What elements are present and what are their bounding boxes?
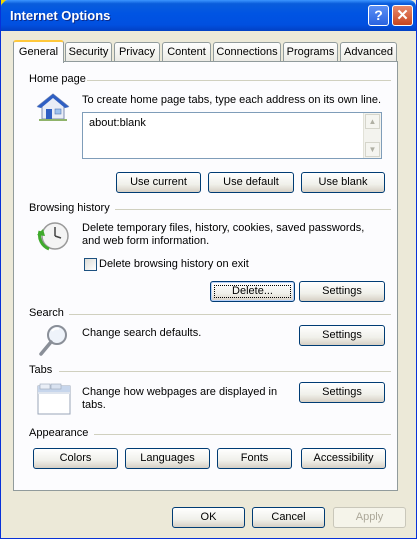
- history-clock-icon: [37, 222, 69, 251]
- cancel-button[interactable]: Cancel: [252, 507, 325, 528]
- tabs-description-2: tabs.: [82, 399, 106, 411]
- scroll-down-icon[interactable]: ▼: [365, 142, 380, 157]
- tab-label: Privacy: [118, 46, 156, 58]
- tabbed-window-icon: [37, 383, 71, 415]
- title-bar[interactable]: Internet Options ? ✕: [1, 0, 416, 31]
- tabs-description-1: Change how webpages are displayed in: [82, 386, 278, 398]
- colors-button[interactable]: Colors: [33, 448, 118, 469]
- delete-history-on-exit-label[interactable]: Delete browsing history on exit: [99, 258, 249, 271]
- tab-label: Advanced: [344, 46, 393, 58]
- internet-options-dialog: Internet Options ? ✕ General Security Pr…: [0, 0, 417, 539]
- browsing-history-settings-button[interactable]: Settings: [299, 281, 385, 302]
- tab-privacy[interactable]: Privacy: [114, 42, 160, 61]
- tab-label: Connections: [216, 46, 278, 58]
- home-page-address-input[interactable]: about:blank ▲ ▼: [82, 112, 382, 159]
- magnifier-icon: [39, 325, 67, 356]
- tabs-settings-button[interactable]: Settings: [299, 382, 385, 403]
- tab-label: Content: [167, 46, 206, 58]
- languages-button[interactable]: Languages: [125, 448, 210, 469]
- use-current-button[interactable]: Use current: [116, 172, 201, 193]
- delete-button[interactable]: Delete...: [210, 281, 295, 302]
- close-icon: ✕: [396, 7, 409, 24]
- tab-advanced[interactable]: Advanced: [340, 42, 397, 61]
- use-blank-button[interactable]: Use blank: [301, 172, 385, 193]
- browsing-history-separator: [115, 209, 391, 210]
- browsing-history-description-2: and web form information.: [82, 235, 210, 247]
- tab-programs[interactable]: Programs: [283, 42, 338, 61]
- tab-security[interactable]: Security: [65, 42, 112, 61]
- scroll-up-icon[interactable]: ▲: [365, 114, 380, 129]
- search-separator: [69, 314, 391, 315]
- browsing-history-description-1: Delete temporary files, history, cookies…: [82, 222, 365, 234]
- appearance-separator: [94, 434, 391, 435]
- search-description: Change search defaults.: [82, 327, 202, 339]
- corner-marker: [1, 0, 6, 5]
- accessibility-button[interactable]: Accessibility: [301, 448, 386, 469]
- help-icon: ?: [374, 7, 383, 23]
- tabs-label: Tabs: [29, 364, 53, 376]
- search-label: Search: [29, 307, 64, 319]
- search-settings-button[interactable]: Settings: [299, 325, 385, 346]
- tabs-separator: [59, 371, 391, 372]
- tab-general[interactable]: General: [13, 40, 64, 63]
- delete-history-on-exit-checkbox[interactable]: [84, 258, 97, 271]
- home-page-scrollbar[interactable]: ▲ ▼: [363, 113, 381, 158]
- use-default-button[interactable]: Use default: [208, 172, 294, 193]
- close-button[interactable]: ✕: [392, 5, 413, 26]
- apply-button[interactable]: Apply: [333, 507, 406, 528]
- tab-label: Security: [68, 46, 109, 58]
- home-page-label: Home page: [29, 73, 86, 85]
- home-page-description: To create home page tabs, type each addr…: [82, 94, 382, 106]
- home-page-address-value: about:blank: [89, 117, 146, 129]
- help-button[interactable]: ?: [368, 5, 389, 26]
- focus-rectangle: [214, 285, 291, 298]
- browsing-history-label: Browsing history: [29, 202, 110, 214]
- home-page-separator: [87, 80, 391, 81]
- tab-content[interactable]: Content: [162, 42, 211, 61]
- tab-label: General: [18, 46, 59, 58]
- ok-button[interactable]: OK: [172, 507, 245, 528]
- appearance-label: Appearance: [29, 427, 89, 439]
- tab-label: Programs: [286, 46, 335, 58]
- house-icon: [36, 93, 70, 121]
- fonts-button[interactable]: Fonts: [217, 448, 292, 469]
- window-title: Internet Options: [10, 8, 111, 23]
- tab-connections[interactable]: Connections: [213, 42, 281, 61]
